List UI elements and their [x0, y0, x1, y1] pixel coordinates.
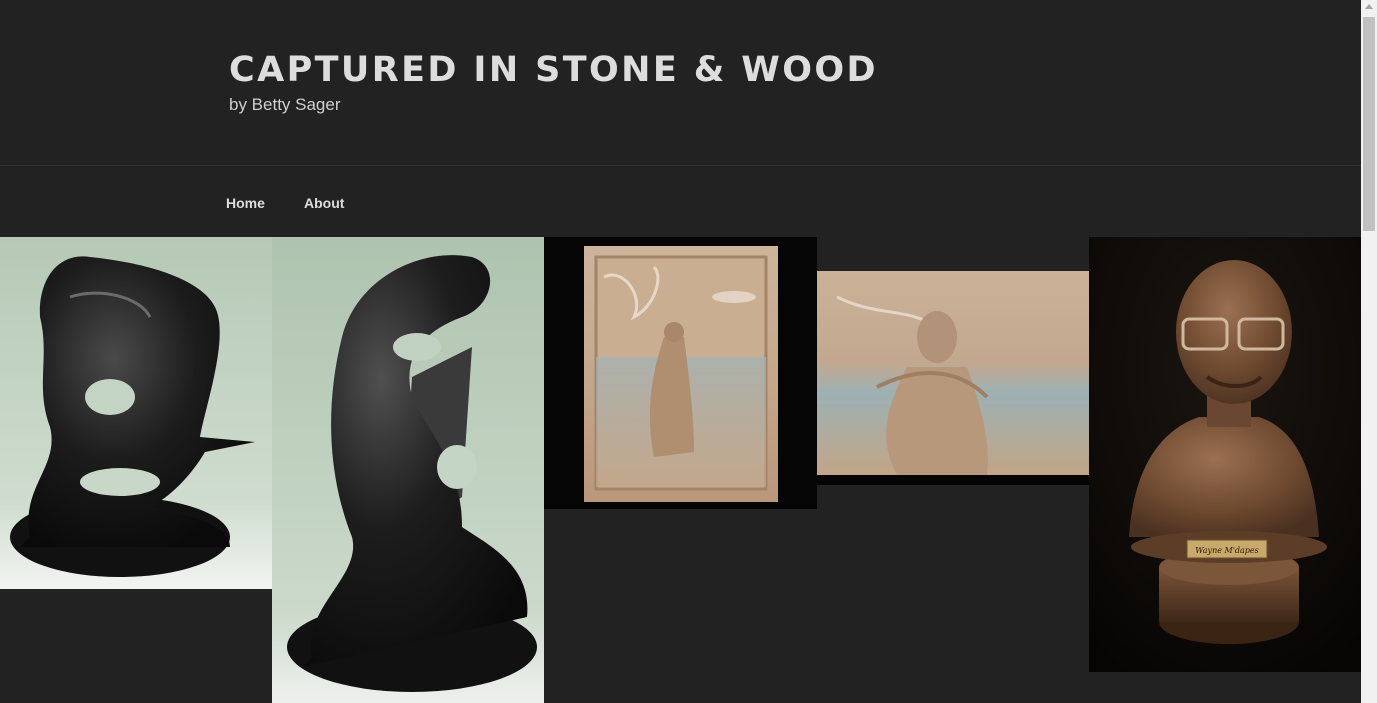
gallery-image-stone-bird[interactable]	[0, 237, 272, 589]
site-header: CAPTURED IN STONE & WOOD by Betty Sager	[0, 0, 1361, 165]
gallery-image-bust[interactable]: Wayne M'dapes	[1089, 237, 1361, 672]
wood-bust-image: Wayne M'dapes	[1089, 237, 1361, 672]
bust-plaque-text: Wayne M'dapes	[1195, 546, 1259, 555]
page: CAPTURED IN STONE & WOOD by Betty Sager …	[0, 0, 1377, 703]
gallery-image-relief-panel[interactable]	[544, 237, 817, 509]
stone-sculpture-side-image	[272, 237, 544, 703]
stone-sculpture-image	[0, 237, 272, 589]
nav-item-about[interactable]: About	[304, 194, 344, 212]
main-navigation: Home About	[0, 165, 1361, 238]
wood-relief-detail-image	[817, 237, 1089, 485]
wood-relief-image	[544, 237, 817, 509]
site-title[interactable]: CAPTURED IN STONE & WOOD	[229, 48, 878, 92]
scroll-up-arrow-icon[interactable]	[1365, 4, 1373, 9]
nav-item-home[interactable]: Home	[226, 194, 265, 212]
site-description: by Betty Sager	[229, 95, 341, 114]
vertical-scrollbar[interactable]	[1361, 0, 1377, 703]
gallery-image-relief-detail[interactable]	[817, 237, 1089, 485]
scroll-thumb[interactable]	[1363, 17, 1375, 231]
gallery-image-stone-side[interactable]	[272, 237, 544, 703]
image-gallery: Wayne M'dapes	[0, 237, 1361, 703]
